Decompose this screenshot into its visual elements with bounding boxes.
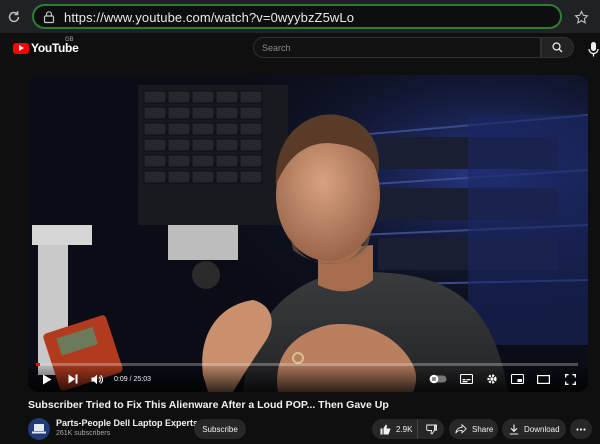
- subscribe-button[interactable]: Subscribe: [194, 419, 246, 439]
- next-icon: [68, 374, 78, 384]
- laptop-logo-icon: [32, 424, 46, 434]
- youtube-play-logo-icon: [13, 42, 29, 54]
- player-controls: 0:09 / 25:03: [28, 362, 588, 392]
- subscriber-count: 261K subscribers: [56, 430, 111, 437]
- dislike-icon: [425, 424, 437, 435]
- search-input[interactable]: [254, 38, 540, 57]
- region-code: GB: [65, 37, 74, 43]
- channel-avatar[interactable]: [28, 418, 50, 440]
- voice-search-button[interactable]: [584, 39, 600, 57]
- autoplay-toggle-icon: [429, 374, 447, 384]
- settings-button[interactable]: [485, 372, 499, 386]
- play-button[interactable]: [40, 372, 54, 386]
- fullscreen-button[interactable]: [563, 372, 577, 386]
- like-button[interactable]: 2.9K: [372, 419, 418, 439]
- progress-bar[interactable]: [36, 363, 578, 366]
- share-button[interactable]: Share: [449, 419, 498, 439]
- more-actions-button[interactable]: [570, 419, 592, 439]
- next-button[interactable]: [66, 372, 80, 386]
- search-button[interactable]: [541, 37, 574, 58]
- like-dislike-group: 2.9K: [372, 419, 444, 439]
- reload-button[interactable]: [4, 7, 24, 27]
- time-display: 0:09 / 25:03: [114, 376, 151, 383]
- video-meta-row: Parts-People Dell Laptop Experts 261K su…: [0, 416, 600, 444]
- channel-name[interactable]: Parts-People Dell Laptop Experts: [56, 418, 198, 428]
- theater-icon: [536, 374, 550, 384]
- youtube-logo[interactable]: YouTube GB: [13, 37, 79, 56]
- youtube-header: YouTube GB: [0, 33, 600, 75]
- like-count: 2.9K: [396, 424, 413, 434]
- subtitles-icon: [459, 374, 473, 384]
- search-box[interactable]: [253, 37, 541, 58]
- download-button[interactable]: Download: [502, 419, 566, 439]
- star-icon: [573, 9, 589, 24]
- video-frame[interactable]: [28, 75, 588, 392]
- autoplay-toggle[interactable]: [429, 372, 447, 386]
- settings-icon: [487, 374, 497, 384]
- more-icon: [576, 427, 586, 431]
- fullscreen-icon: [564, 373, 576, 385]
- theater-mode-button[interactable]: [536, 372, 550, 386]
- dislike-button[interactable]: [418, 419, 444, 439]
- reload-icon: [8, 11, 20, 23]
- download-label: Download: [524, 424, 560, 434]
- miniplayer-button[interactable]: [510, 372, 524, 386]
- download-icon: [509, 424, 519, 435]
- logo-text: YouTube: [31, 41, 79, 55]
- volume-icon: [91, 374, 103, 384]
- address-bar[interactable]: https://www.youtube.com/watch?v=0wyybzZ5…: [32, 4, 562, 29]
- video-title: Subscriber Tried to Fix This Alienware A…: [28, 399, 389, 411]
- subtitles-button[interactable]: [459, 372, 473, 386]
- volume-button[interactable]: [90, 372, 104, 386]
- video-player[interactable]: 0:09 / 25:03: [28, 75, 588, 392]
- miniplayer-icon: [510, 374, 524, 384]
- url-text[interactable]: https://www.youtube.com/watch?v=0wyybzZ5…: [64, 10, 354, 25]
- progress-played: [36, 363, 41, 366]
- share-icon: [455, 424, 467, 434]
- like-icon: [380, 424, 391, 434]
- search-icon: [552, 42, 563, 53]
- browser-toolbar: https://www.youtube.com/watch?v=0wyybzZ5…: [0, 0, 600, 33]
- bookmark-button[interactable]: [571, 7, 591, 27]
- play-icon: [43, 374, 52, 384]
- mic-icon: [588, 42, 599, 57]
- share-label: Share: [472, 424, 494, 434]
- lock-icon[interactable]: [42, 10, 56, 24]
